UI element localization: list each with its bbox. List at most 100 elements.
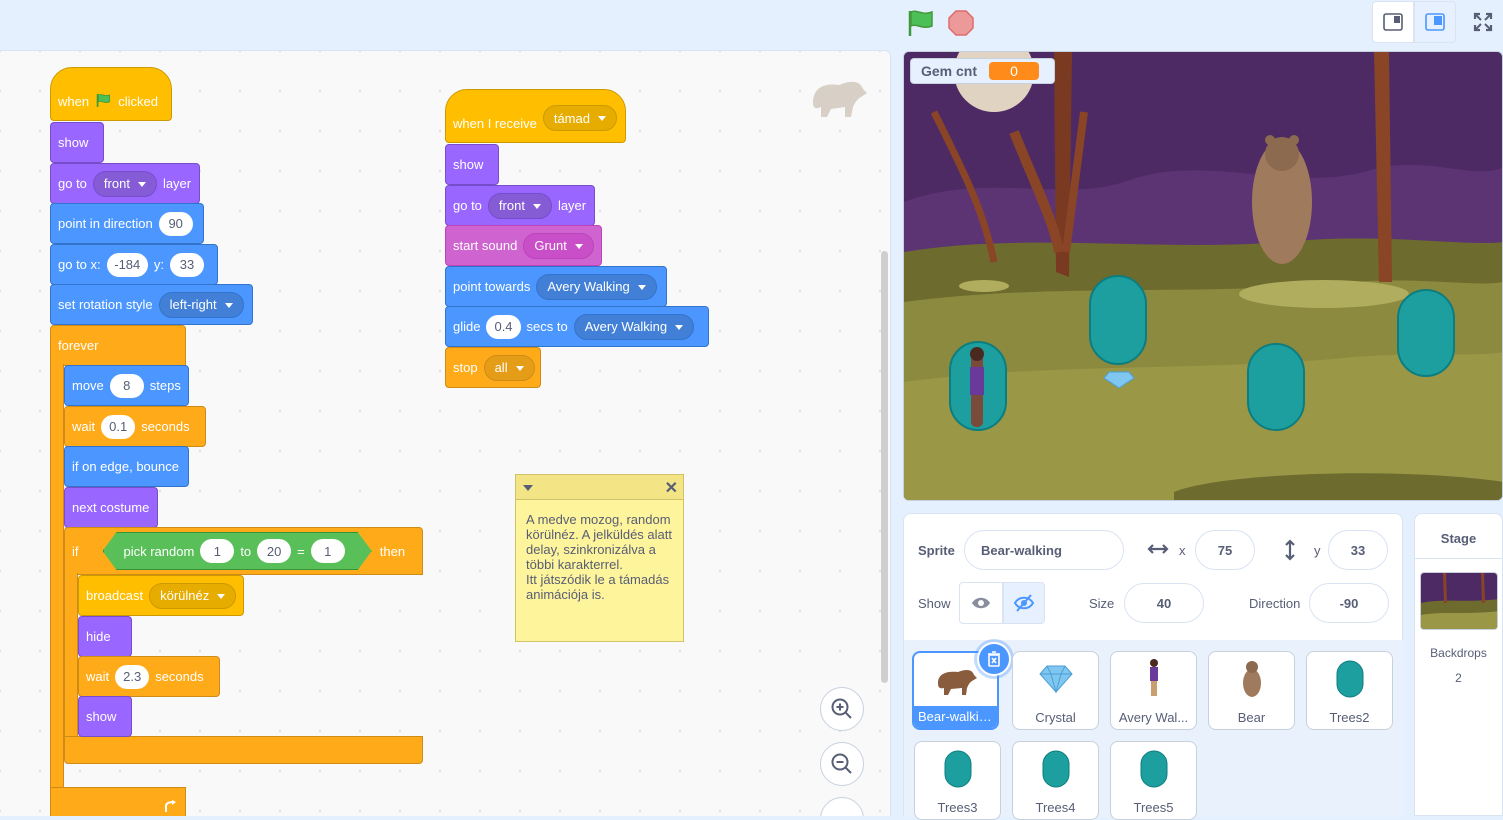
variable-monitor[interactable]: Gem cnt 0 [910,58,1055,84]
small-stage-button[interactable] [1372,1,1414,43]
stage-title: Stage [1440,531,1477,546]
eye-icon [972,597,990,609]
sprite-tile[interactable]: Avery Wal... [1110,651,1197,730]
go-to-layer-block[interactable]: go to front layer [50,163,200,204]
show-label: Show [918,596,951,611]
sprite-name-input[interactable]: Bear-walking [964,530,1124,570]
point-towards-block[interactable]: point towards Avery Walking [445,266,667,307]
stage-canvas[interactable]: Gem cnt 0 [903,51,1503,501]
sprite-tile[interactable]: Trees3 [914,741,1001,820]
hide-block[interactable]: hide [78,616,132,657]
stop-icon[interactable] [946,8,976,38]
show-hidden-button[interactable] [1003,582,1045,624]
zoom-reset-button[interactable] [820,797,864,816]
direction-input[interactable]: 90 [158,211,193,236]
backdrops-count: 2 [1455,671,1462,685]
comment-note[interactable]: ✕ A medve mozog, random körülnéz. A jelk… [515,474,684,642]
code-area[interactable]: when clicked show go to front layer poin… [0,50,891,816]
broadcast-dropdown[interactable]: körülnéz [149,582,237,609]
move-steps-block[interactable]: move 8 steps [64,365,189,406]
glide-secs-input[interactable]: 0.4 [486,314,521,339]
forever-block[interactable]: forever [50,325,186,366]
if-c-bar [64,573,78,739]
go-to-layer-block[interactable]: go to front layer [445,185,595,226]
show-block[interactable]: show [445,144,499,185]
green-flag-icon[interactable] [905,8,937,38]
sprite-tile[interactable]: Trees4 [1012,741,1099,820]
backdrop-thumbnail[interactable] [1420,572,1498,630]
normal-stage-button[interactable] [1414,1,1456,43]
collapse-icon[interactable] [523,485,533,496]
top-bar [0,0,1503,50]
seconds-input[interactable]: 0.1 [101,414,136,439]
zoom-in-button[interactable] [820,687,864,731]
if-then-block[interactable]: if pick random 1 to 20 = 1 then [64,527,423,575]
direction-input[interactable]: -90 [1309,583,1389,623]
next-costume-block[interactable]: next costume [64,487,158,528]
show-block[interactable]: show [78,696,132,737]
seconds-input[interactable]: 2.3 [115,664,150,689]
random-from-input[interactable]: 1 [200,539,234,563]
fullscreen-button[interactable] [1462,1,1503,43]
block-label: move [72,378,104,393]
x-input[interactable]: -184 [106,252,148,277]
monitor-value: 0 [989,62,1040,80]
show-block[interactable]: show [50,122,104,163]
random-to-input[interactable]: 20 [257,539,291,563]
start-sound-block[interactable]: start sound Grunt [445,225,602,266]
message-dropdown[interactable]: támad [542,105,617,131]
x-input[interactable]: 75 [1195,530,1255,570]
wait-block[interactable]: wait 2.3 seconds [78,656,220,697]
size-input[interactable]: 40 [1124,583,1204,623]
block-label: broadcast [86,588,144,603]
sprite-name: Trees5 [1133,800,1174,815]
sprite-label: Sprite [918,543,955,558]
glide-block[interactable]: glide 0.4 secs to Avery Walking [445,306,709,347]
stage-selector-panel[interactable]: Stage Backdrops 2 [1414,513,1503,816]
avery-walking-thumbnail [1149,659,1158,696]
sound-dropdown[interactable]: Grunt [523,232,594,259]
glide-target-dropdown[interactable]: Avery Walking [573,313,695,340]
go-to-xy-block[interactable]: go to x: -184 y: 33 [50,244,218,285]
note-text[interactable]: A medve mozog, random körülnéz. A jelkül… [516,500,683,614]
compare-input[interactable]: 1 [311,539,345,563]
block-label: then [379,543,406,559]
when-i-receive-block[interactable]: when I receive támad [445,89,626,143]
direction-label: Direction [1249,596,1301,611]
bounce-block[interactable]: if on edge, bounce [64,446,189,487]
block-label: to [240,543,252,559]
sprite-tile[interactable]: Crystal [1012,651,1099,730]
stop-dropdown[interactable]: all [483,354,535,381]
y-input[interactable]: 33 [1328,530,1388,570]
when-flag-clicked-block[interactable]: when clicked [50,67,172,121]
stop-block[interactable]: stop all [445,347,541,388]
sprite-tile[interactable]: Trees5 [1110,741,1197,820]
sprite-name: Trees3 [937,800,978,815]
wait-block[interactable]: wait 0.1 seconds [64,406,206,447]
block-label: clicked [118,94,158,109]
sprite-tile[interactable]: Bear [1208,651,1295,730]
equals-operator[interactable]: pick random 1 to 20 = 1 [103,532,372,570]
sprite-name: Bear-walking [914,706,997,728]
y-label: y [1314,543,1321,558]
point-in-direction-block[interactable]: point in direction 90 [50,203,204,244]
block-label: when [58,94,90,109]
steps-input[interactable]: 8 [109,373,144,398]
broadcast-block[interactable]: broadcast körülnéz [78,575,244,616]
y-input[interactable]: 33 [170,252,204,277]
layer-dropdown[interactable]: front [487,192,552,219]
delete-sprite-button[interactable] [977,642,1011,676]
loop-arrow-icon [165,800,176,812]
block-label: when I receive [453,116,537,131]
zoom-out-button[interactable] [820,742,864,786]
target-dropdown[interactable]: Avery Walking [536,273,657,300]
layer-dropdown[interactable]: front [92,170,157,197]
sprite-info-panel: Sprite Bear-walking x 75 y 33 Show Size … [903,513,1404,820]
show-visible-button[interactable] [959,582,1003,624]
rotation-style-dropdown[interactable]: left-right [158,291,244,318]
close-icon[interactable]: ✕ [665,478,678,498]
vertical-scrollbar[interactable] [881,251,888,683]
set-rotation-style-block[interactable]: set rotation style left-right [50,284,253,325]
sprite-tile[interactable]: Trees2 [1306,651,1393,730]
backdrops-label: Backdrops [1430,646,1487,660]
